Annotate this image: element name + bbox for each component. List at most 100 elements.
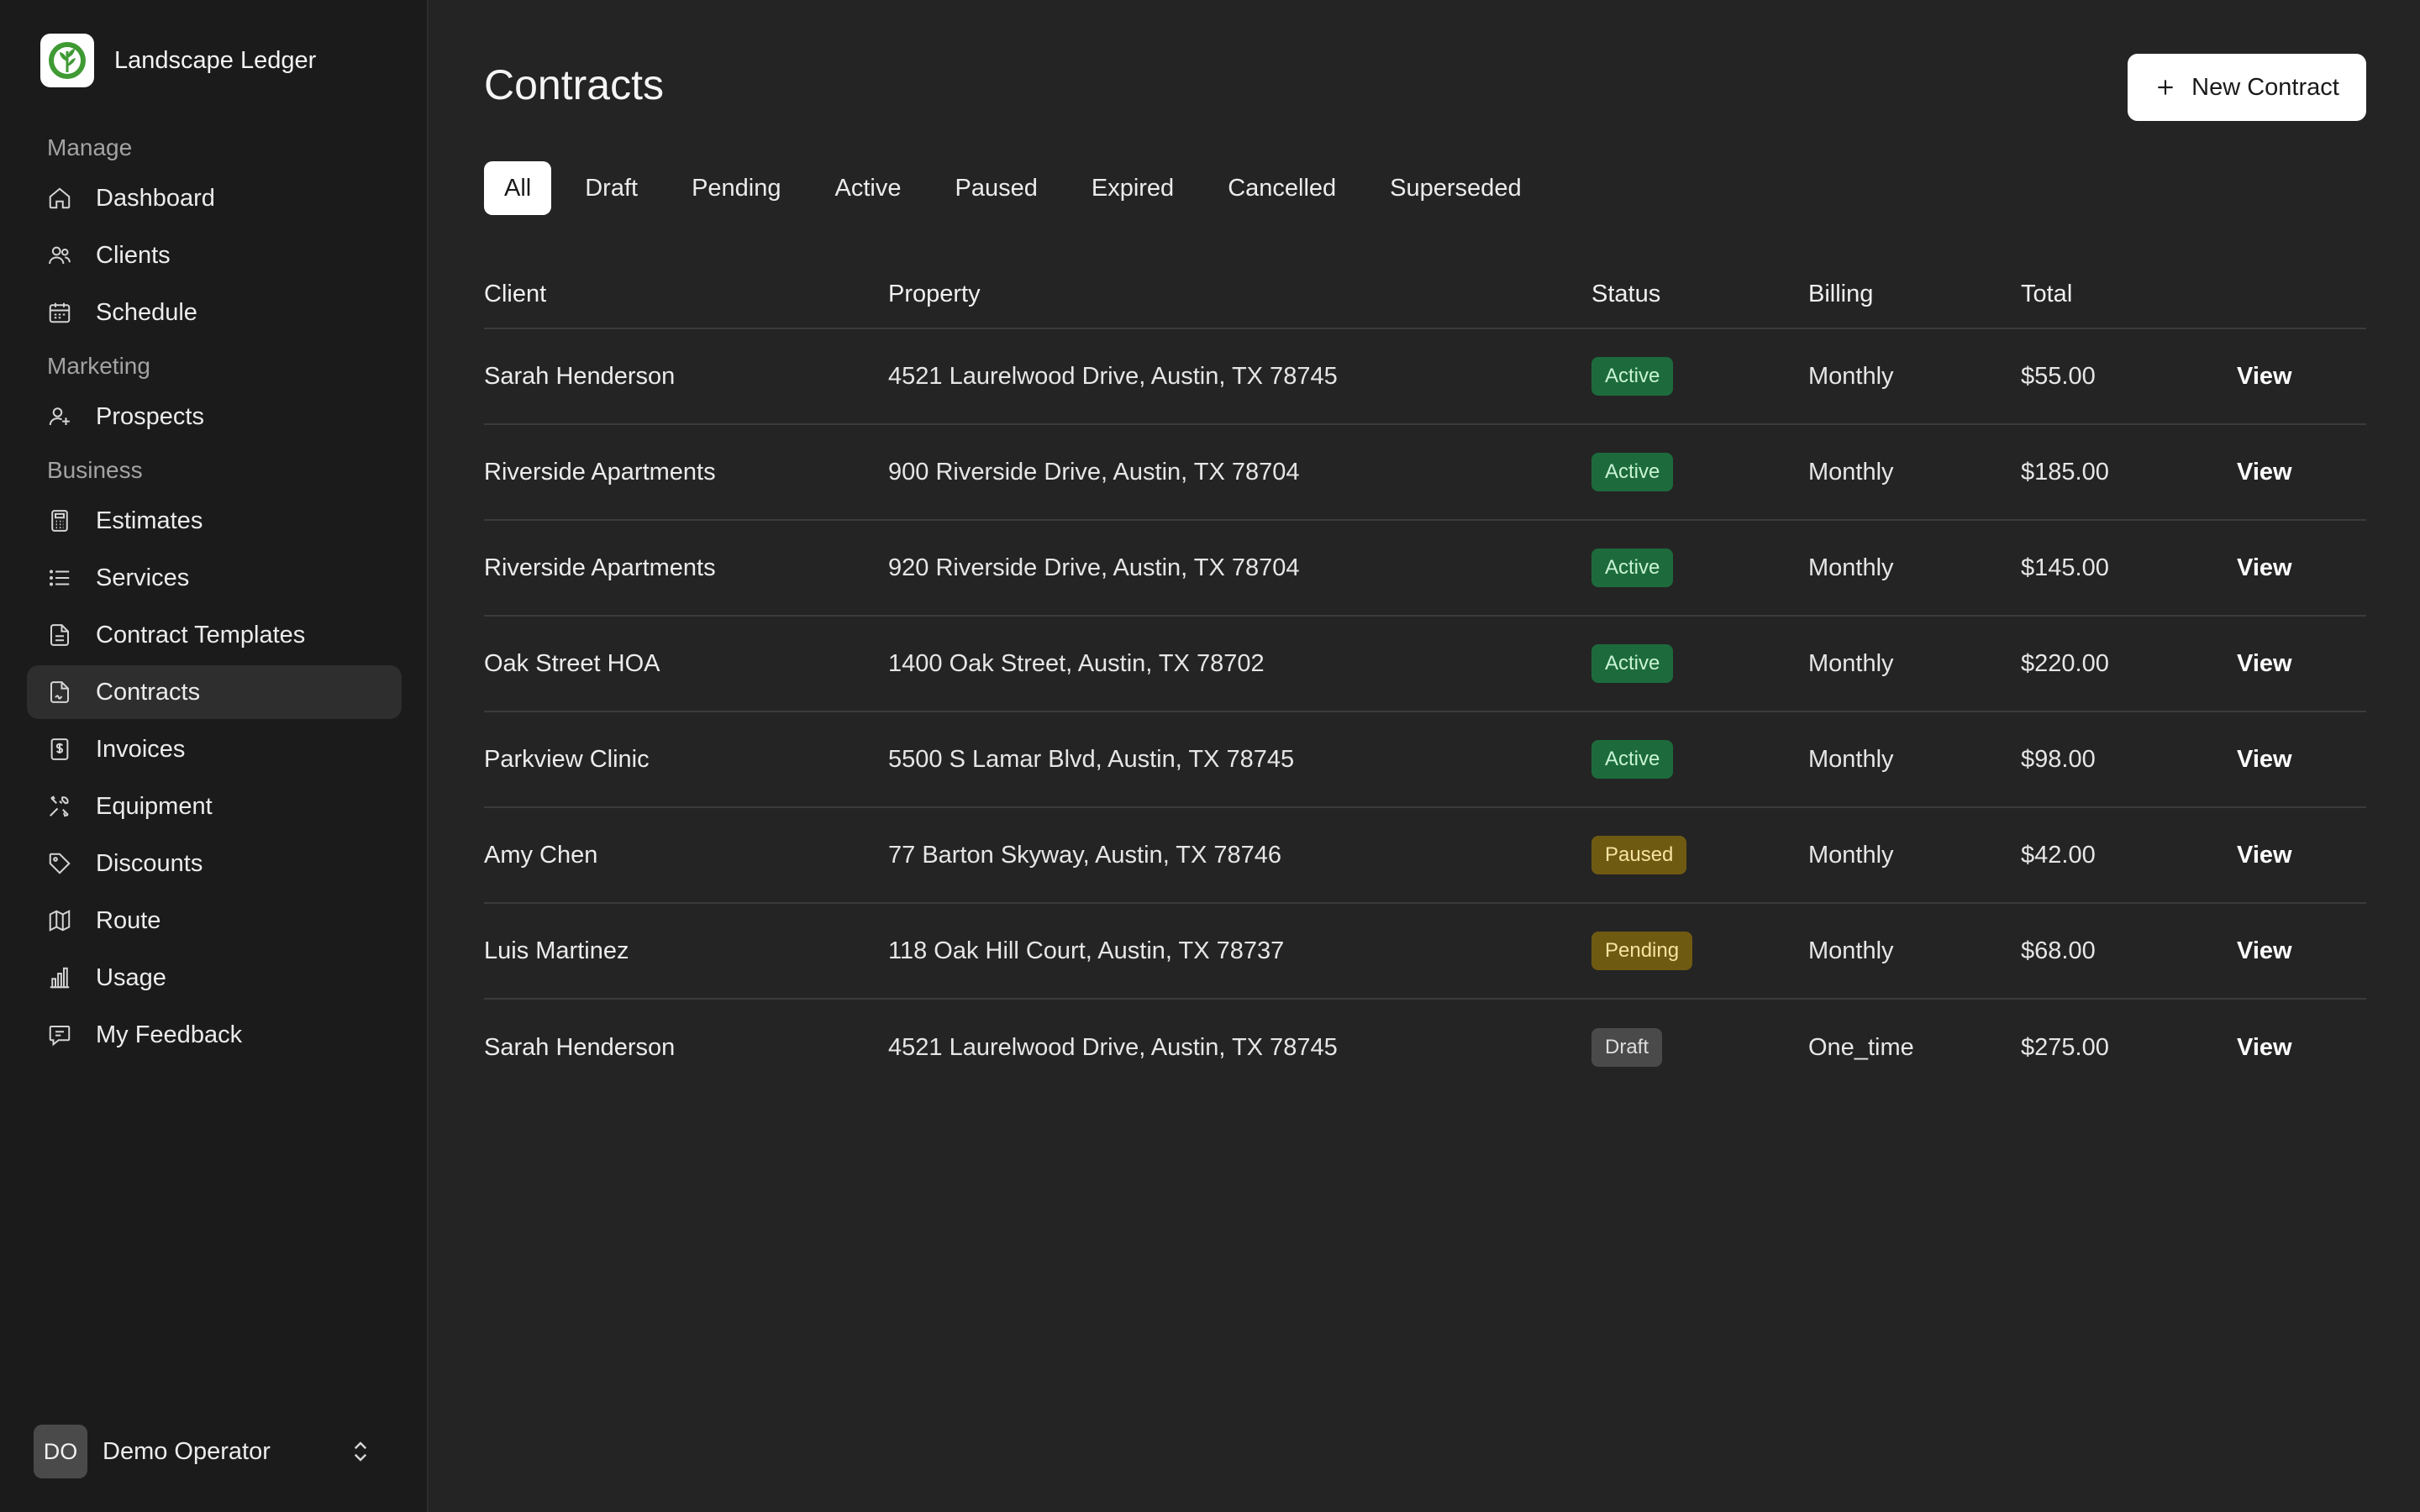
message-icon xyxy=(47,1022,72,1047)
tab-pending[interactable]: Pending xyxy=(671,161,801,215)
sidebar-item-prospects[interactable]: Prospects xyxy=(27,390,402,444)
status-tabs: All Draft Pending Active Paused Expired … xyxy=(484,161,1542,215)
sidebar-item-equipment[interactable]: Equipment xyxy=(27,780,402,833)
status-badge: Paused xyxy=(1591,836,1687,874)
column-header-property[interactable]: Property xyxy=(888,281,1591,308)
cell-total: $42.00 xyxy=(2021,841,2096,869)
cell-status: Active xyxy=(1591,549,1808,587)
column-header-total[interactable]: Total xyxy=(2021,281,2237,308)
table-header: Client Property Status Billing Total xyxy=(484,260,2366,329)
cell-property: 920 Riverside Drive, Austin, TX 78704 xyxy=(888,554,1300,581)
file-icon xyxy=(47,622,72,648)
sidebar-item-my-feedback[interactable]: My Feedback xyxy=(27,1008,402,1062)
tag-icon xyxy=(47,851,72,876)
table-row[interactable]: Amy Chen 77 Barton Skyway, Austin, TX 78… xyxy=(484,808,2366,904)
table-row[interactable]: Parkview Clinic 5500 S Lamar Blvd, Austi… xyxy=(484,712,2366,808)
calendar-icon xyxy=(47,300,72,325)
cell-total: $55.00 xyxy=(2021,362,2096,390)
sidebar-item-usage[interactable]: Usage xyxy=(27,951,402,1005)
sidebar-item-schedule[interactable]: Schedule xyxy=(27,286,402,339)
home-icon xyxy=(47,186,72,211)
cell-billing: Monthly xyxy=(1808,649,1894,677)
cell-total: $98.00 xyxy=(2021,745,2096,773)
cell-property: 4521 Laurelwood Drive, Austin, TX 78745 xyxy=(888,362,1338,390)
cell-status: Active xyxy=(1591,740,1808,779)
sidebar-item-route[interactable]: Route xyxy=(27,894,402,948)
status-badge: Active xyxy=(1591,644,1674,683)
column-header-status[interactable]: Status xyxy=(1591,281,1808,308)
cell-status: Active xyxy=(1591,644,1808,683)
view-link[interactable]: View xyxy=(2237,554,2366,582)
avatar: DO xyxy=(34,1425,87,1478)
view-link[interactable]: View xyxy=(2237,363,2366,391)
tab-expired[interactable]: Expired xyxy=(1071,161,1194,215)
sidebar-item-label: Contract Templates xyxy=(96,621,306,648)
sidebar-item-label: Equipment xyxy=(96,792,213,820)
table-row[interactable]: Luis Martinez 118 Oak Hill Court, Austin… xyxy=(484,904,2366,1000)
table-row[interactable]: Oak Street HOA 1400 Oak Street, Austin, … xyxy=(484,617,2366,712)
sidebar-item-estimates[interactable]: Estimates xyxy=(27,494,402,548)
sidebar-item-services[interactable]: Services xyxy=(27,551,402,605)
contracts-table: Client Property Status Billing Total Sar… xyxy=(484,260,2366,1095)
sidebar-item-invoices[interactable]: Invoices xyxy=(27,722,402,776)
cell-total: $68.00 xyxy=(2021,937,2096,964)
cell-client: Riverside Apartments xyxy=(484,554,716,581)
user-menu[interactable]: DO Demo Operator xyxy=(34,1425,395,1478)
leaf-logo-icon xyxy=(40,34,94,87)
nav-section-manage: Manage xyxy=(47,134,133,160)
sidebar-item-contracts[interactable]: Contracts xyxy=(27,665,402,719)
tab-draft[interactable]: Draft xyxy=(565,161,658,215)
cell-client: Luis Martinez xyxy=(484,937,629,964)
tab-superseded[interactable]: Superseded xyxy=(1370,161,1541,215)
cell-total: $145.00 xyxy=(2021,554,2109,581)
cell-property: 1400 Oak Street, Austin, TX 78702 xyxy=(888,649,1265,677)
map-icon xyxy=(47,908,72,933)
tab-active[interactable]: Active xyxy=(815,161,922,215)
brand[interactable]: Landscape Ledger xyxy=(40,34,316,87)
cell-billing: Monthly xyxy=(1808,745,1894,773)
sidebar-item-discounts[interactable]: Discounts xyxy=(27,837,402,890)
view-link[interactable]: View xyxy=(2237,937,2366,965)
cell-billing: Monthly xyxy=(1808,937,1894,964)
view-link[interactable]: View xyxy=(2237,746,2366,774)
status-badge: Active xyxy=(1591,740,1674,779)
list-icon xyxy=(47,565,72,591)
page-title: Contracts xyxy=(484,61,664,108)
sidebar-item-contract-templates[interactable]: Contract Templates xyxy=(27,608,402,662)
sidebar-item-label: Clients xyxy=(96,241,171,269)
table-row[interactable]: Riverside Apartments 920 Riverside Drive… xyxy=(484,521,2366,617)
cell-billing: One_time xyxy=(1808,1033,1914,1061)
main-content: Contracts New Contract All Draft Pending… xyxy=(429,0,2420,1512)
cell-billing: Monthly xyxy=(1808,458,1894,486)
view-link[interactable]: View xyxy=(2237,842,2366,869)
view-link[interactable]: View xyxy=(2237,650,2366,678)
view-link[interactable]: View xyxy=(2237,459,2366,486)
cell-client: Sarah Henderson xyxy=(484,1033,676,1061)
table-row[interactable]: Sarah Henderson 4521 Laurelwood Drive, A… xyxy=(484,329,2366,425)
view-link[interactable]: View xyxy=(2237,1034,2366,1062)
sidebar: Landscape Ledger Manage Dashboard Client… xyxy=(0,0,429,1512)
new-contract-button[interactable]: New Contract xyxy=(2128,54,2366,121)
sidebar-item-dashboard[interactable]: Dashboard xyxy=(27,171,402,225)
cell-billing: Monthly xyxy=(1808,841,1894,869)
table-row[interactable]: Riverside Apartments 900 Riverside Drive… xyxy=(484,425,2366,521)
chevron-up-down-icon xyxy=(354,1441,367,1462)
tab-cancelled[interactable]: Cancelled xyxy=(1207,161,1356,215)
cell-total: $220.00 xyxy=(2021,649,2109,677)
table-row[interactable]: Sarah Henderson 4521 Laurelwood Drive, A… xyxy=(484,1000,2366,1095)
tab-paused[interactable]: Paused xyxy=(935,161,1058,215)
column-header-billing[interactable]: Billing xyxy=(1808,281,2021,308)
cell-property: 900 Riverside Drive, Austin, TX 78704 xyxy=(888,458,1300,486)
cell-status: Pending xyxy=(1591,932,1808,970)
column-header-client[interactable]: Client xyxy=(484,281,888,308)
sidebar-item-label: Discounts xyxy=(96,849,203,877)
cell-total: $185.00 xyxy=(2021,458,2109,486)
sidebar-item-label: My Feedback xyxy=(96,1021,243,1048)
sidebar-nav: Manage Dashboard Clients Schedule Market xyxy=(27,124,402,1065)
cell-property: 4521 Laurelwood Drive, Austin, TX 78745 xyxy=(888,1033,1338,1061)
users-icon xyxy=(47,243,72,268)
tab-all[interactable]: All xyxy=(484,161,552,215)
cell-client: Parkview Clinic xyxy=(484,745,650,773)
sidebar-item-clients[interactable]: Clients xyxy=(27,228,402,282)
sidebar-item-label: Contracts xyxy=(96,678,201,706)
